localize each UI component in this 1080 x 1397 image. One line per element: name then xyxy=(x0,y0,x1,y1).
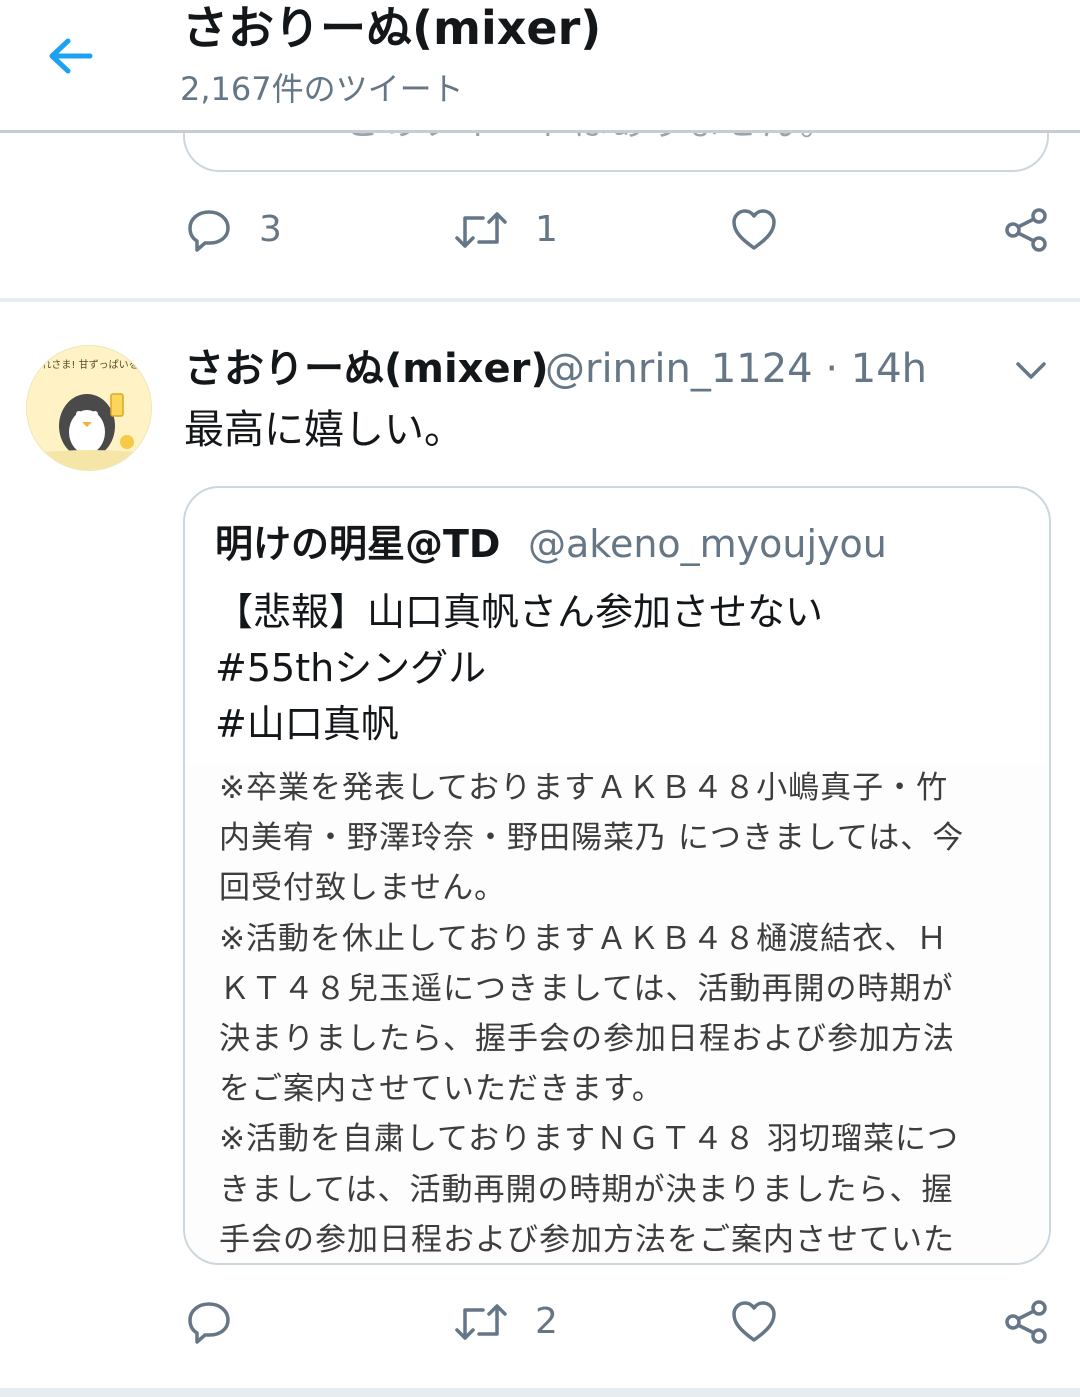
image-text-line: 決まりましたら、握手会の参加日程および参加方法 xyxy=(219,1020,955,1057)
image-text: ※卒業を発表しておりますＡＫＢ４８小嶋真子・竹 内美宥・野澤玲奈・野田陽菜乃 に… xyxy=(219,763,965,1263)
previous-tweet-actions: 3 1 xyxy=(0,200,1080,260)
image-text-line: ＫＴ４８兒玉遥につきましては、活動再開の時期が xyxy=(219,970,954,1007)
header-title: さおりーぬ(mixer) xyxy=(182,1,602,55)
share-icon xyxy=(1005,208,1047,252)
share-button[interactable] xyxy=(1003,1292,1051,1352)
tweet-author-name[interactable]: さおりーぬ(mixer) xyxy=(184,342,549,396)
tweet-separator xyxy=(0,1388,1080,1397)
reply-button[interactable]: 3 xyxy=(185,200,282,260)
image-text-line: 回受付致しません。 xyxy=(219,870,507,907)
penguin-avatar-image: おつかれさま! 甘ずっぱいをどうぞ xyxy=(27,346,152,470)
tweet-author-handle: @rinrin_1124 · 14h xyxy=(545,346,928,392)
retweet-button[interactable]: 1 xyxy=(453,200,558,260)
quote-text-line: 【悲報】山口真帆さん参加させない xyxy=(215,590,824,634)
chevron-down-icon xyxy=(1016,362,1046,379)
retweet-icon xyxy=(455,1304,507,1340)
reply-button[interactable] xyxy=(185,1292,233,1352)
image-text-line: きましては、活動再開の時期が決まりましたら、握 xyxy=(219,1171,954,1208)
quote-author-handle: @akeno_myoujyou xyxy=(528,522,887,566)
tweet-menu-button[interactable] xyxy=(1006,350,1056,390)
share-button[interactable] xyxy=(1003,200,1051,260)
back-button[interactable] xyxy=(40,28,100,88)
quote-text: 【悲報】山口真帆さん参加させない #55thシングル #山口真帆 xyxy=(215,584,823,752)
tweet-text: 最高に嬉しい。 xyxy=(184,407,464,453)
reply-count: 3 xyxy=(259,209,282,250)
avatar[interactable]: おつかれさま! 甘ずっぱいをどうぞ xyxy=(26,345,152,471)
tweet-count: 2,167件のツイート xyxy=(180,70,464,108)
image-text-line: 手会の参加日程および参加方法をご案内させていた xyxy=(219,1221,955,1258)
reply-icon xyxy=(188,1302,230,1344)
retweet-count: 1 xyxy=(535,209,558,250)
quote-hashtag-link[interactable]: #55thシングル xyxy=(215,640,823,696)
retweet-button[interactable]: 2 xyxy=(453,1292,558,1352)
quote-attached-image[interactable]: ※卒業を発表しておりますＡＫＢ４８小嶋真子・竹 内美宥・野澤玲奈・野田陽菜乃 に… xyxy=(185,763,1049,1263)
arrow-left-icon xyxy=(49,38,93,74)
quote-hashtag-link[interactable]: #山口真帆 xyxy=(215,696,823,752)
quote-author-name: 明けの明星@TD xyxy=(215,522,501,566)
tweet-actions: 2 xyxy=(0,1292,1080,1352)
like-button[interactable] xyxy=(730,1292,778,1352)
retweet-icon xyxy=(455,212,507,248)
image-text-line: ※卒業を発表しておりますＡＫＢ４８小嶋真子・竹 xyxy=(219,770,949,806)
quoted-tweet-card[interactable]: 明けの明星@TD @akeno_myoujyou 【悲報】山口真帆さん参加させな… xyxy=(183,486,1051,1265)
like-button[interactable] xyxy=(730,200,778,260)
profile-header: さおりーぬ(mixer) 2,167件のツイート xyxy=(0,0,1080,133)
avatar-caption-text: おつかれさま! 甘ずっぱいをどうぞ xyxy=(27,358,152,371)
reply-icon xyxy=(188,210,230,252)
share-icon xyxy=(1005,1300,1047,1344)
image-text-line: をご案内させていただきます。 xyxy=(219,1071,664,1108)
heart-icon xyxy=(732,209,776,250)
tweet-separator xyxy=(0,298,1080,302)
image-text-line: 内美宥・野澤玲奈・野田陽菜乃 につきましては、今 xyxy=(219,820,965,857)
retweet-count: 2 xyxy=(535,1301,558,1342)
image-text-line: ※活動を休止しておりますＡＫＢ４８樋渡結衣、Ｈ xyxy=(219,920,949,957)
heart-icon xyxy=(732,1301,776,1342)
image-text-line: ※活動を自粛しておりますＮＧＴ４８ 羽切瑠菜につ xyxy=(219,1121,959,1158)
